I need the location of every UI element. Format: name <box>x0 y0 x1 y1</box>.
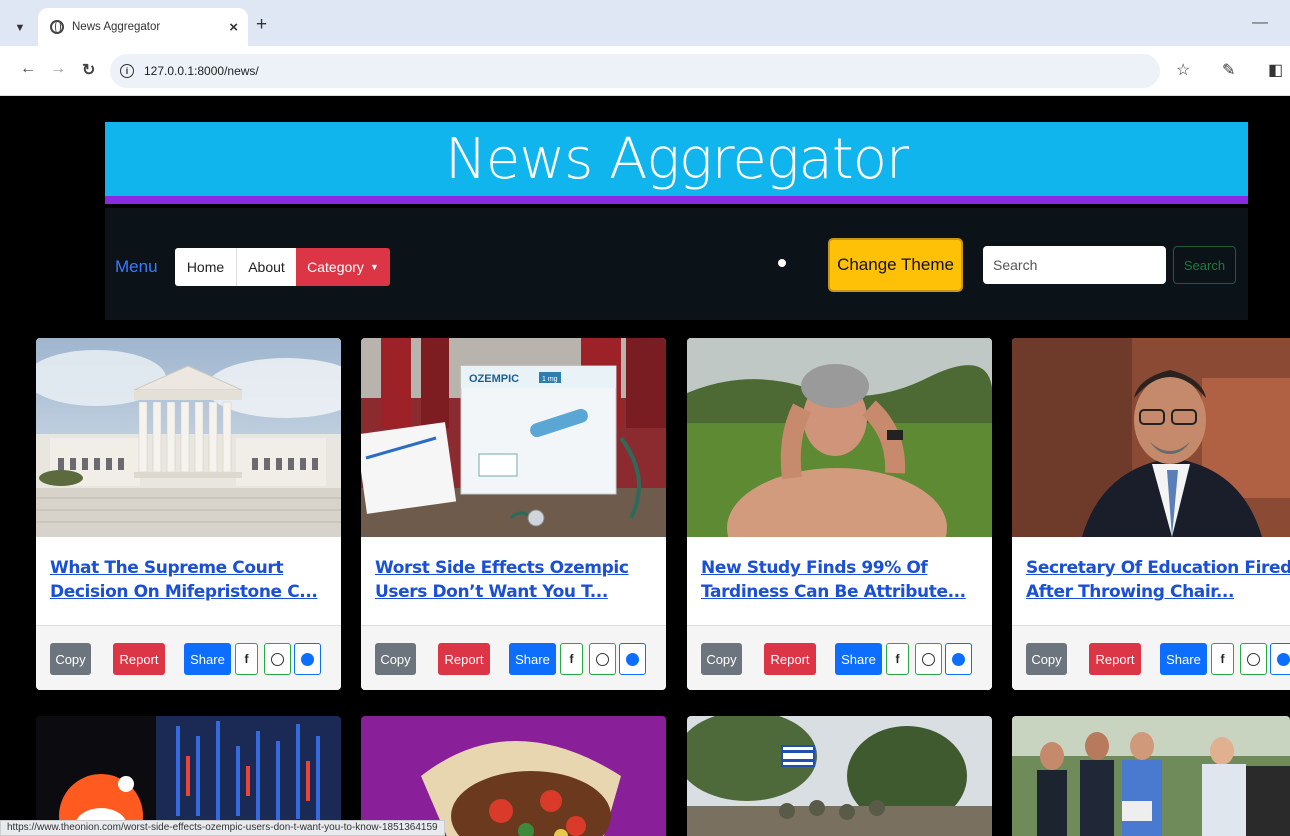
article-headline-link[interactable]: Secretary Of Education Fired After Throw… <box>1026 556 1290 604</box>
card-actions: Copy Report Share f <box>361 626 666 690</box>
copy-button[interactable]: Copy <box>50 643 91 675</box>
minimize-icon[interactable]: — <box>1252 14 1268 32</box>
forward-arrow-icon[interactable]: → <box>50 60 66 78</box>
page-content: News Aggregator Menu Home About Category… <box>0 96 1290 836</box>
whatsapp-icon[interactable] <box>915 643 942 675</box>
telegram-icon[interactable] <box>619 643 646 675</box>
news-card: What The Supreme Court Decision On Mifep… <box>36 338 341 690</box>
browser-tab-bar: ▼ News Aggregator × + — <box>0 0 1290 46</box>
theme-indicator-dot <box>778 259 786 267</box>
news-card-image-reddit[interactable] <box>36 716 341 836</box>
address-bar: ← → ↻ i 127.0.0.1:8000/news/ ☆ ✎ ◧ <box>0 46 1290 96</box>
card-actions: Copy Report Share f <box>36 626 341 690</box>
site-navbar: Menu Home About Category ▼ Change Theme … <box>105 208 1248 320</box>
search-button[interactable]: Search <box>1173 246 1236 284</box>
telegram-icon[interactable] <box>1270 643 1290 675</box>
link-hover-status-bar: https://www.theonion.com/worst-side-effe… <box>0 820 445 836</box>
tab-close-icon[interactable]: × <box>229 19 238 36</box>
article-headline-link[interactable]: New Study Finds 99% Of Tardiness Can Be … <box>701 556 986 604</box>
report-button[interactable]: Report <box>764 643 816 675</box>
url-text: 127.0.0.1:8000/news/ <box>144 64 259 78</box>
new-tab-icon[interactable]: + <box>256 14 267 36</box>
share-button[interactable]: Share <box>835 643 882 675</box>
globe-icon <box>50 20 64 34</box>
copy-button[interactable]: Copy <box>375 643 416 675</box>
side-panel-icon[interactable]: ◧ <box>1268 60 1283 80</box>
whatsapp-icon[interactable] <box>1240 643 1267 675</box>
category-label: Category <box>307 259 364 275</box>
article-headline-link[interactable]: What The Supreme Court Decision On Mifep… <box>50 556 335 604</box>
whatsapp-icon[interactable] <box>264 643 291 675</box>
nav-home-button[interactable]: Home <box>175 248 236 286</box>
search-input[interactable] <box>983 246 1166 284</box>
change-theme-button[interactable]: Change Theme <box>828 238 963 292</box>
browser-tab[interactable]: News Aggregator × <box>38 8 248 46</box>
article-image-ozempic[interactable]: OZEMPIC 1 mg <box>361 338 666 537</box>
reload-icon[interactable]: ↻ <box>82 60 95 80</box>
report-button[interactable]: Report <box>1089 643 1141 675</box>
news-card: OZEMPIC 1 mg Worst Side Effects Ozempic … <box>361 338 666 690</box>
article-headline-link[interactable]: Worst Side Effects Ozempic Users Don’t W… <box>375 556 660 604</box>
site-info-icon[interactable]: i <box>120 64 134 78</box>
article-image-supreme-court[interactable] <box>36 338 341 537</box>
telegram-icon[interactable] <box>945 643 972 675</box>
report-button[interactable]: Report <box>438 643 490 675</box>
card-actions: Copy Report Share f <box>1012 626 1290 690</box>
report-button[interactable]: Report <box>113 643 165 675</box>
share-button[interactable]: Share <box>184 643 231 675</box>
nav-category-dropdown[interactable]: Category ▼ <box>296 248 390 286</box>
url-omnibox[interactable]: i 127.0.0.1:8000/news/ <box>110 54 1160 88</box>
facebook-icon[interactable]: f <box>1211 643 1234 675</box>
site-title: News Aggregator <box>444 126 909 192</box>
nav-about-button[interactable]: About <box>236 248 296 286</box>
news-card: New Study Finds 99% Of Tardiness Can Be … <box>687 338 992 690</box>
share-button[interactable]: Share <box>1160 643 1207 675</box>
copy-button[interactable]: Copy <box>701 643 742 675</box>
article-image-tired-man[interactable] <box>687 338 992 537</box>
whatsapp-icon[interactable] <box>589 643 616 675</box>
article-image-secretary[interactable] <box>1012 338 1290 537</box>
telegram-icon[interactable] <box>294 643 321 675</box>
bookmark-star-icon[interactable]: ☆ <box>1176 60 1190 80</box>
facebook-icon[interactable]: f <box>886 643 909 675</box>
caret-down-icon: ▼ <box>369 262 379 272</box>
share-button[interactable]: Share <box>509 643 556 675</box>
ozempic-dose-label: 1 mg <box>542 376 558 383</box>
news-card-image-police[interactable] <box>1012 716 1290 836</box>
news-card: Secretary Of Education Fired After Throw… <box>1012 338 1290 690</box>
facebook-icon[interactable]: f <box>560 643 583 675</box>
copy-button[interactable]: Copy <box>1026 643 1067 675</box>
news-card-image-soldiers[interactable] <box>687 716 992 836</box>
extensions-icon[interactable]: ✎ <box>1222 60 1235 80</box>
ozempic-brand-label: OZEMPIC <box>469 373 519 385</box>
facebook-icon[interactable]: f <box>235 643 258 675</box>
tab-title: News Aggregator <box>72 21 161 33</box>
tab-search-chevron-icon[interactable]: ▼ <box>8 16 32 40</box>
news-card-image-burrito[interactable] <box>361 716 666 836</box>
site-header-banner: News Aggregator <box>105 122 1248 204</box>
card-actions: Copy Report Share f <box>687 626 992 690</box>
back-arrow-icon[interactable]: ← <box>20 60 36 78</box>
menu-label: Menu <box>115 257 158 276</box>
